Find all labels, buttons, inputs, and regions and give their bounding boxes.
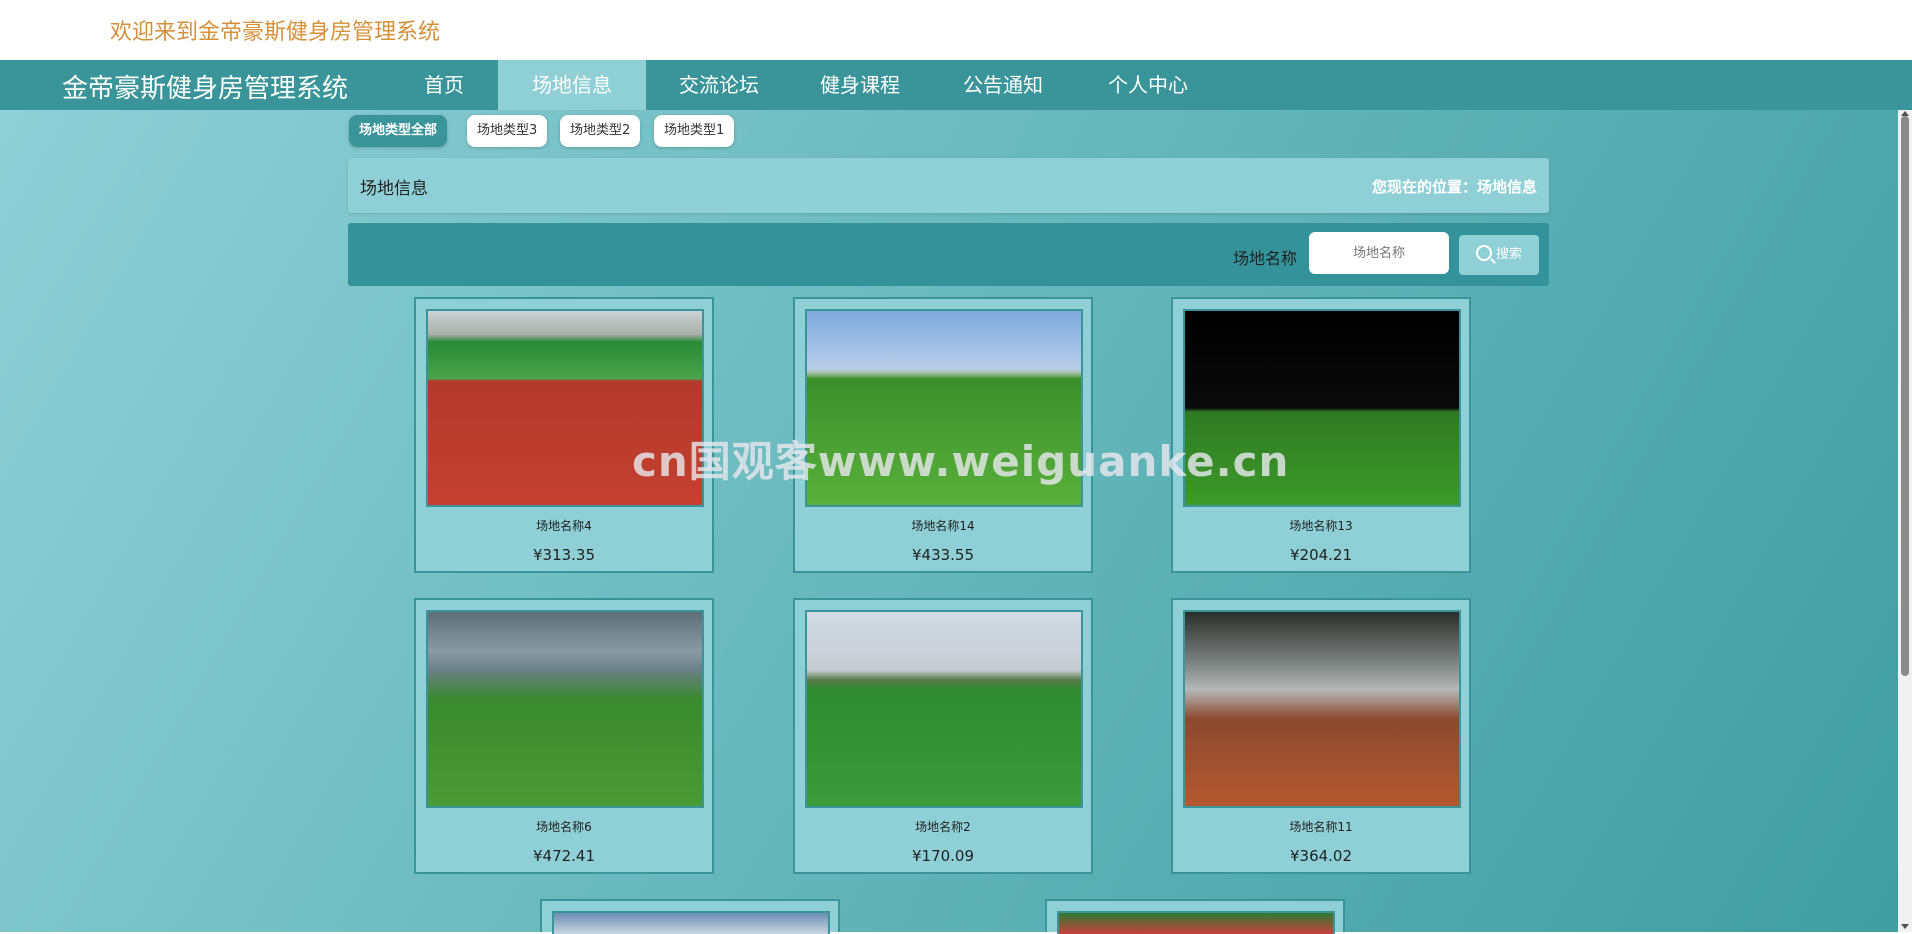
filter-type3[interactable]: 场地类型3 xyxy=(467,115,548,147)
search-label: 场地名称 xyxy=(1233,249,1298,268)
venue-card[interactable]: 场地名称2 ¥170.09 xyxy=(793,598,1093,874)
venue-price: ¥204.21 xyxy=(1289,546,1353,564)
search-icon xyxy=(1475,245,1492,261)
arena-photo xyxy=(426,610,704,808)
venue-price: ¥364.02 xyxy=(1289,847,1353,865)
venue-price: ¥170.09 xyxy=(911,847,975,865)
venue-name: 场地名称14 xyxy=(911,519,975,533)
top-header: 欢迎来到金帝豪斯健身房管理系统 xyxy=(0,0,1912,60)
search-input[interactable] xyxy=(1309,232,1449,274)
venue-photo xyxy=(1057,911,1335,934)
breadcrumb-location: 您现在的位置：场地信息 xyxy=(1371,178,1537,196)
search-button[interactable]: 搜索 xyxy=(1459,235,1539,275)
scroll-down-arrow-icon[interactable] xyxy=(1901,924,1909,929)
filter-type2[interactable]: 场地类型2 xyxy=(560,115,641,147)
brand-title: 金帝豪斯健身房管理系统 xyxy=(62,74,349,104)
nav-profile[interactable]: 个人中心 xyxy=(1083,60,1213,110)
nav-forum[interactable]: 交流论坛 xyxy=(656,60,782,110)
nav-home[interactable]: 首页 xyxy=(400,60,488,110)
school-field-photo xyxy=(805,610,1083,808)
venue-price: ¥313.35 xyxy=(532,546,596,564)
venue-name: 场地名称6 xyxy=(536,820,592,834)
breadcrumb: 场地信息 您现在的位置：场地信息 xyxy=(348,158,1549,213)
venue-name: 场地名称4 xyxy=(536,519,592,533)
nav-notices[interactable]: 公告通知 xyxy=(940,60,1066,110)
venue-card[interactable] xyxy=(540,899,840,934)
venue-card[interactable]: 场地名称11 ¥364.02 xyxy=(1171,598,1471,874)
nav-courses[interactable]: 健身课程 xyxy=(797,60,923,110)
venue-card[interactable] xyxy=(1045,899,1345,934)
venue-name: 场地名称13 xyxy=(1289,519,1353,533)
tennis-court-photo xyxy=(1183,610,1461,808)
venue-photo xyxy=(552,911,830,934)
nav-bar: 金帝豪斯健身房管理系统 首页 场地信息 交流论坛 健身课程 公告通知 个人中心 xyxy=(0,60,1912,110)
page-title: 场地信息 xyxy=(360,179,428,199)
search-button-label: 搜索 xyxy=(1495,247,1522,262)
filter-all[interactable]: 场地类型全部 xyxy=(349,115,448,147)
venue-name: 场地名称11 xyxy=(1289,820,1353,834)
venue-price: ¥433.55 xyxy=(911,546,975,564)
scroll-up-arrow-icon[interactable] xyxy=(1901,111,1909,116)
venue-name: 场地名称2 xyxy=(915,820,971,834)
watermark-text: cn国观客www.weiguanke.cn xyxy=(632,437,1290,486)
filter-type1[interactable]: 场地类型1 xyxy=(654,115,735,147)
venue-card[interactable]: 场地名称6 ¥472.41 xyxy=(414,598,714,874)
venue-price: ¥472.41 xyxy=(532,847,596,865)
search-bar: 场地名称 搜索 xyxy=(348,223,1549,286)
scrollbar-thumb[interactable] xyxy=(1901,116,1909,676)
nav-venue-info[interactable]: 场地信息 xyxy=(498,60,646,110)
welcome-text: 欢迎来到金帝豪斯健身房管理系统 xyxy=(110,20,441,45)
